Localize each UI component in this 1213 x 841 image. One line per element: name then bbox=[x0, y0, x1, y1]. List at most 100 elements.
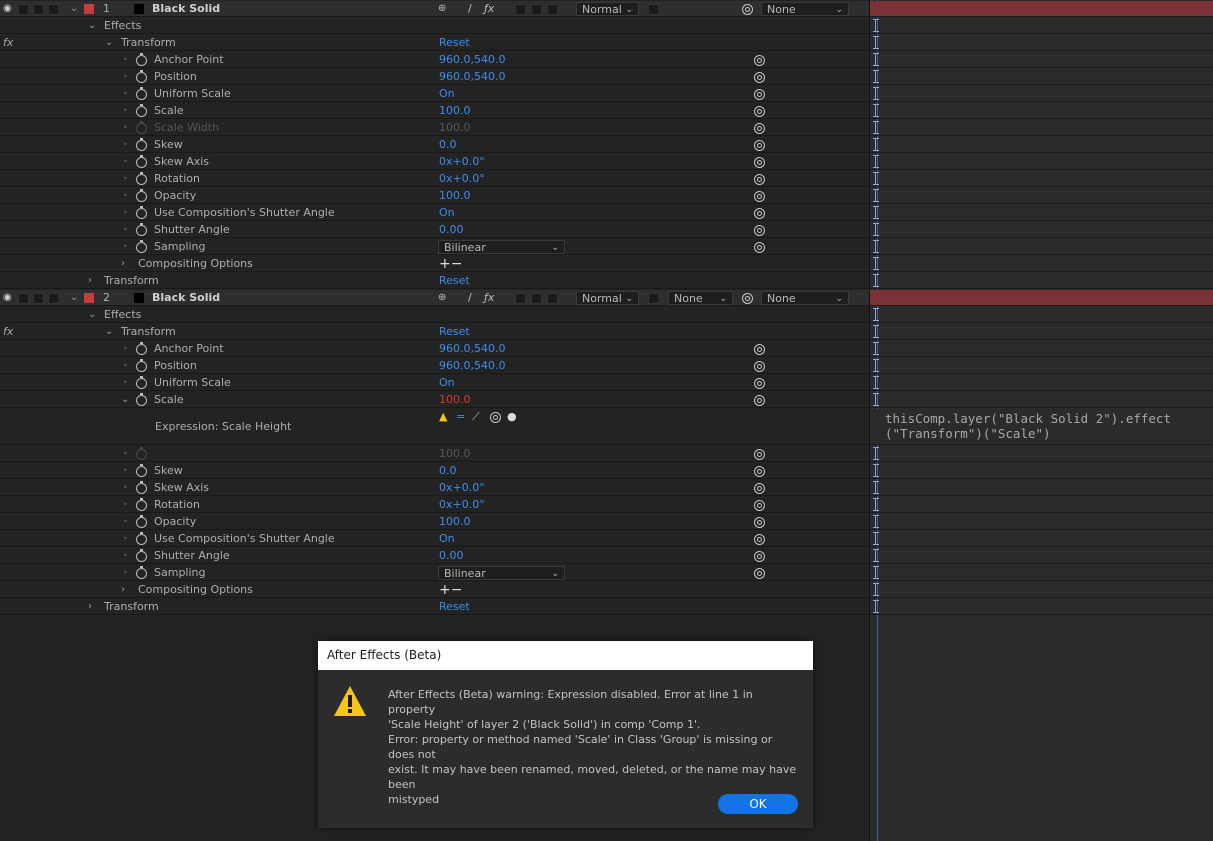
3d-switch[interactable] bbox=[547, 293, 558, 304]
expression-pick-whip-icon[interactable] bbox=[490, 412, 501, 423]
shy-icon[interactable]: ⊕ bbox=[438, 1, 446, 17]
label-slot[interactable] bbox=[48, 293, 59, 304]
keyframe-ibeam-icon[interactable] bbox=[873, 104, 881, 117]
keyframe-ibeam-icon[interactable] bbox=[873, 121, 881, 134]
property-pick-whip-icon[interactable] bbox=[754, 55, 765, 66]
property-pick-whip-icon[interactable] bbox=[754, 534, 765, 545]
property-pick-whip-icon[interactable] bbox=[754, 225, 765, 236]
chevron-down-icon[interactable]: ⌄ bbox=[88, 18, 96, 34]
keyframe-ibeam-icon[interactable] bbox=[873, 87, 881, 100]
stopwatch-icon[interactable] bbox=[136, 566, 147, 579]
stopwatch-icon[interactable] bbox=[136, 393, 147, 406]
keyframe-ibeam-icon[interactable] bbox=[873, 376, 881, 389]
adjustment-switch[interactable] bbox=[531, 293, 542, 304]
keyframe-ibeam-icon[interactable] bbox=[873, 189, 881, 202]
solo-toggle[interactable] bbox=[18, 293, 29, 304]
graph-icon[interactable]: ⟋ bbox=[472, 409, 480, 425]
fx-switch-icon[interactable]: ƒx bbox=[484, 1, 494, 17]
add-remove-icon[interactable]: +− bbox=[439, 582, 462, 598]
property-value[interactable]: 100.0 bbox=[439, 188, 471, 204]
property-pick-whip-icon[interactable] bbox=[754, 568, 765, 579]
stopwatch-icon[interactable] bbox=[136, 464, 147, 477]
language-menu-icon[interactable]: ● bbox=[507, 409, 517, 425]
property-value[interactable]: 100.0 bbox=[439, 103, 471, 119]
track-matte-dropdown[interactable]: None ⌄ bbox=[668, 291, 733, 305]
property-pick-whip-icon[interactable] bbox=[754, 123, 765, 134]
3d-switch[interactable] bbox=[547, 4, 558, 15]
stopwatch-icon[interactable] bbox=[136, 189, 147, 202]
keyframe-ibeam-icon[interactable] bbox=[873, 393, 881, 406]
chevron-right-icon[interactable]: › bbox=[88, 273, 92, 289]
keyframe-ibeam-icon[interactable] bbox=[873, 257, 881, 270]
property-pick-whip-icon[interactable] bbox=[754, 483, 765, 494]
property-pick-whip-icon[interactable] bbox=[754, 378, 765, 389]
layer-name[interactable]: Black Solid bbox=[152, 1, 220, 17]
keyframe-ibeam-icon[interactable] bbox=[873, 549, 881, 562]
property-pick-whip-icon[interactable] bbox=[754, 517, 765, 528]
stopwatch-icon[interactable] bbox=[136, 138, 147, 151]
chevron-down-icon[interactable]: ⌄ bbox=[105, 324, 113, 340]
stopwatch-icon[interactable] bbox=[136, 53, 147, 66]
chevron-down-icon[interactable]: ⌄ bbox=[105, 35, 113, 51]
layer-row[interactable]: ◉ ⌄ 2 Black Solid ⊕ / ƒx Normal ⌄ None ⌄ None ⌄ bbox=[0, 290, 869, 306]
property-pick-whip-icon[interactable] bbox=[754, 72, 765, 83]
lock-toggle[interactable] bbox=[33, 293, 44, 304]
property-pick-whip-icon[interactable] bbox=[754, 89, 765, 100]
keyframe-ibeam-icon[interactable] bbox=[873, 206, 881, 219]
property-value[interactable]: 100.0 bbox=[439, 392, 471, 408]
stopwatch-icon[interactable] bbox=[136, 121, 147, 134]
stopwatch-icon[interactable] bbox=[136, 223, 147, 236]
keyframe-ibeam-icon[interactable] bbox=[873, 70, 881, 83]
stopwatch-icon[interactable] bbox=[136, 155, 147, 168]
property-value[interactable]: 0.00 bbox=[439, 548, 464, 564]
blend-mode-dropdown[interactable]: Normal ⌄ bbox=[576, 291, 639, 305]
property-value[interactable]: On bbox=[439, 86, 455, 102]
property-pick-whip-icon[interactable] bbox=[754, 551, 765, 562]
keyframe-ibeam-icon[interactable] bbox=[873, 172, 881, 185]
stopwatch-icon[interactable] bbox=[136, 515, 147, 528]
layer-row[interactable]: ◉ ⌄ 1 Black Solid ⊕ / ƒx Normal ⌄ None ⌄ bbox=[0, 1, 869, 17]
property-value[interactable]: 960.0,540.0 bbox=[439, 52, 505, 68]
motion-blur-switch[interactable] bbox=[515, 293, 526, 304]
parent-pick-whip-icon[interactable] bbox=[742, 293, 753, 304]
property-value[interactable]: 0x+0.0° bbox=[439, 497, 485, 513]
label-color-swatch[interactable] bbox=[84, 4, 94, 14]
stopwatch-icon[interactable] bbox=[136, 447, 147, 460]
keyframe-ibeam-icon[interactable] bbox=[873, 53, 881, 66]
property-value[interactable]: On bbox=[439, 375, 455, 391]
reset-link[interactable]: Reset bbox=[439, 35, 470, 51]
property-pick-whip-icon[interactable] bbox=[754, 466, 765, 477]
keyframe-ibeam-icon[interactable] bbox=[873, 600, 881, 613]
solo-toggle[interactable] bbox=[18, 4, 29, 15]
keyframe-ibeam-icon[interactable] bbox=[873, 138, 881, 151]
keyframe-ibeam-icon[interactable] bbox=[873, 481, 881, 494]
parent-dropdown[interactable]: None ⌄ bbox=[761, 2, 849, 16]
chevron-down-icon[interactable]: ⌄ bbox=[70, 1, 78, 17]
parent-dropdown[interactable]: None ⌄ bbox=[761, 291, 849, 305]
keyframe-ibeam-icon[interactable] bbox=[873, 498, 881, 511]
preserve-transparency-toggle[interactable] bbox=[648, 293, 659, 304]
property-value[interactable]: 0x+0.0° bbox=[439, 154, 485, 170]
expression-enable-icon[interactable]: = bbox=[456, 409, 465, 425]
property-value[interactable]: 100.0 bbox=[439, 446, 471, 462]
reset-link[interactable]: Reset bbox=[439, 324, 470, 340]
eye-icon[interactable]: ◉ bbox=[3, 290, 12, 306]
keyframe-ibeam-icon[interactable] bbox=[873, 342, 881, 355]
layer-name[interactable]: Black Solid bbox=[152, 290, 220, 306]
sampling-dropdown[interactable]: Bilinear ⌄ bbox=[438, 566, 565, 580]
blend-mode-dropdown[interactable]: Normal ⌄ bbox=[576, 2, 639, 16]
property-pick-whip-icon[interactable] bbox=[754, 242, 765, 253]
lock-toggle[interactable] bbox=[33, 4, 44, 15]
property-value[interactable]: 960.0,540.0 bbox=[439, 358, 505, 374]
quality-icon[interactable]: / bbox=[468, 1, 472, 17]
keyframe-ibeam-icon[interactable] bbox=[873, 359, 881, 372]
stopwatch-icon[interactable] bbox=[136, 342, 147, 355]
reset-link[interactable]: Reset bbox=[439, 273, 470, 289]
keyframe-ibeam-icon[interactable] bbox=[873, 308, 881, 321]
property-pick-whip-icon[interactable] bbox=[754, 449, 765, 460]
stopwatch-icon[interactable] bbox=[136, 532, 147, 545]
motion-blur-switch[interactable] bbox=[515, 4, 526, 15]
property-value[interactable]: 100.0 bbox=[439, 120, 471, 136]
keyframe-ibeam-icon[interactable] bbox=[873, 274, 881, 287]
keyframe-ibeam-icon[interactable] bbox=[873, 155, 881, 168]
